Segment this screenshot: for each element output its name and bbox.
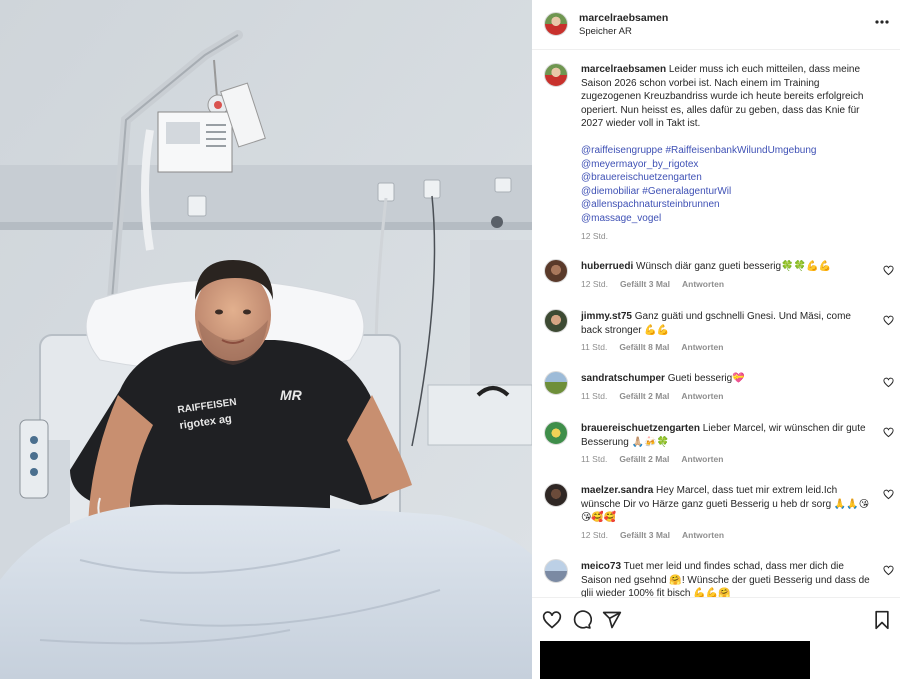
comment-text: jimmy.st75 Ganz guäti und gschnelli Gnes…: [581, 310, 871, 337]
comment-text: huberruedi Wünsch diär ganz gueti besser…: [581, 260, 871, 274]
comment-body: Tuet mer leid und findes schad, dass mer…: [581, 561, 870, 597]
comment-likes[interactable]: Gefällt 2 Mal: [619, 391, 669, 401]
caption-tag-line[interactable]: @raiffeisengruppe #RaiffeisenbankWilundU…: [581, 144, 881, 158]
caption-tag-line[interactable]: @diemobiliar #GeneralagenturWil: [581, 185, 881, 199]
heart-icon[interactable]: [883, 565, 894, 576]
post-header: marcelraebsamen Speicher AR: [532, 0, 900, 50]
comment-reply-button[interactable]: Antworten: [681, 454, 723, 464]
caption-tag-line[interactable]: @massage_vogel: [581, 212, 881, 226]
heart-icon[interactable]: [883, 427, 894, 438]
comment-icon[interactable]: [572, 610, 592, 630]
comment-body: Wünsch diär ganz gueti besserig🍀🍀💪💪: [636, 261, 831, 272]
comment-body: Gueti besserig💝: [667, 373, 745, 384]
caption-username[interactable]: marcelraebsamen: [581, 64, 666, 75]
comment-avatar[interactable]: [544, 309, 568, 333]
author-username[interactable]: marcelraebsamen: [579, 12, 668, 24]
comment-text: meico73 Tuet mer leid und findes schad, …: [581, 560, 871, 597]
comment-text: sandratschumper Gueti besserig💝: [581, 372, 871, 386]
comment-meta: 11 Std. Gefällt 2 Mal Antworten: [581, 454, 723, 464]
comment-reply-button[interactable]: Antworten: [681, 391, 723, 401]
redacted-block: [540, 641, 810, 679]
comment-avatar[interactable]: [544, 421, 568, 445]
caption-tag-line[interactable]: @brauereischuetzengarten: [581, 171, 881, 185]
comment-avatar[interactable]: [544, 483, 568, 507]
author-avatar[interactable]: [544, 12, 568, 36]
comments-scroll-area[interactable]: marcelraebsamen Leider muss ich euch mit…: [532, 51, 900, 597]
comment-text: brauereischuetzengarten Lieber Marcel, w…: [581, 422, 871, 449]
comment-likes[interactable]: Gefällt 8 Mal: [619, 342, 669, 352]
shirt-logo-mr: MR: [280, 387, 303, 403]
heart-icon[interactable]: [883, 489, 894, 500]
comment-username[interactable]: jimmy.st75: [581, 311, 632, 322]
post-location[interactable]: Speicher AR: [579, 26, 632, 37]
comment-likes[interactable]: Gefällt 2 Mal: [619, 454, 669, 464]
comment-time: 12 Std.: [581, 279, 608, 289]
comment-reply-button[interactable]: Antworten: [681, 342, 723, 352]
comment-avatar[interactable]: [544, 371, 568, 395]
comment-meta: 12 Std. Gefällt 3 Mal Antworten: [581, 530, 724, 540]
comment-time: 11 Std.: [581, 454, 608, 464]
comment-username[interactable]: meico73: [581, 561, 621, 572]
comment-time: 11 Std.: [581, 342, 608, 352]
comment-time: 11 Std.: [581, 391, 608, 401]
post-side-panel: marcelraebsamen Speicher AR marcelraebsa…: [532, 0, 900, 679]
heart-icon[interactable]: [883, 265, 894, 276]
comment-username[interactable]: huberruedi: [581, 261, 633, 272]
more-horizontal-icon[interactable]: [874, 14, 890, 30]
caption-timestamp: 12 Std.: [581, 231, 608, 241]
caption-text: marcelraebsamen Leider muss ich euch mit…: [581, 63, 881, 225]
heart-icon[interactable]: [883, 377, 894, 388]
post-photo[interactable]: RAIFFEISEN rigotex ag MR: [0, 0, 532, 679]
bookmark-icon[interactable]: [872, 610, 892, 630]
comment-reply-button[interactable]: Antworten: [682, 279, 724, 289]
comment-username[interactable]: maelzer.sandra: [581, 485, 653, 496]
comment-username[interactable]: sandratschumper: [581, 373, 665, 384]
post-actions-bar: [532, 597, 900, 641]
comment-avatar[interactable]: [544, 259, 568, 283]
comment-username[interactable]: brauereischuetzengarten: [581, 423, 700, 434]
comment-time: 12 Std.: [581, 530, 608, 540]
comment-meta: 11 Std. Gefällt 8 Mal Antworten: [581, 342, 723, 352]
caption-tag-line[interactable]: @meyermayor_by_rigotex: [581, 158, 881, 172]
caption-author-avatar[interactable]: [544, 63, 568, 87]
heart-icon[interactable]: [883, 315, 894, 326]
comment-likes[interactable]: Gefällt 3 Mal: [620, 279, 670, 289]
comment-avatar[interactable]: [544, 559, 568, 583]
comment-likes[interactable]: Gefällt 3 Mal: [620, 530, 670, 540]
heart-icon[interactable]: [542, 610, 562, 630]
comment-reply-button[interactable]: Antworten: [682, 530, 724, 540]
comment-text: maelzer.sandra Hey Marcel, dass tuet mir…: [581, 484, 871, 525]
comment-meta: 11 Std. Gefällt 2 Mal Antworten: [581, 391, 723, 401]
caption-tag-line[interactable]: @allenspachnatursteinbrunnen: [581, 198, 881, 212]
comment-meta: 12 Std. Gefällt 3 Mal Antworten: [581, 279, 724, 289]
share-icon[interactable]: [602, 610, 622, 630]
